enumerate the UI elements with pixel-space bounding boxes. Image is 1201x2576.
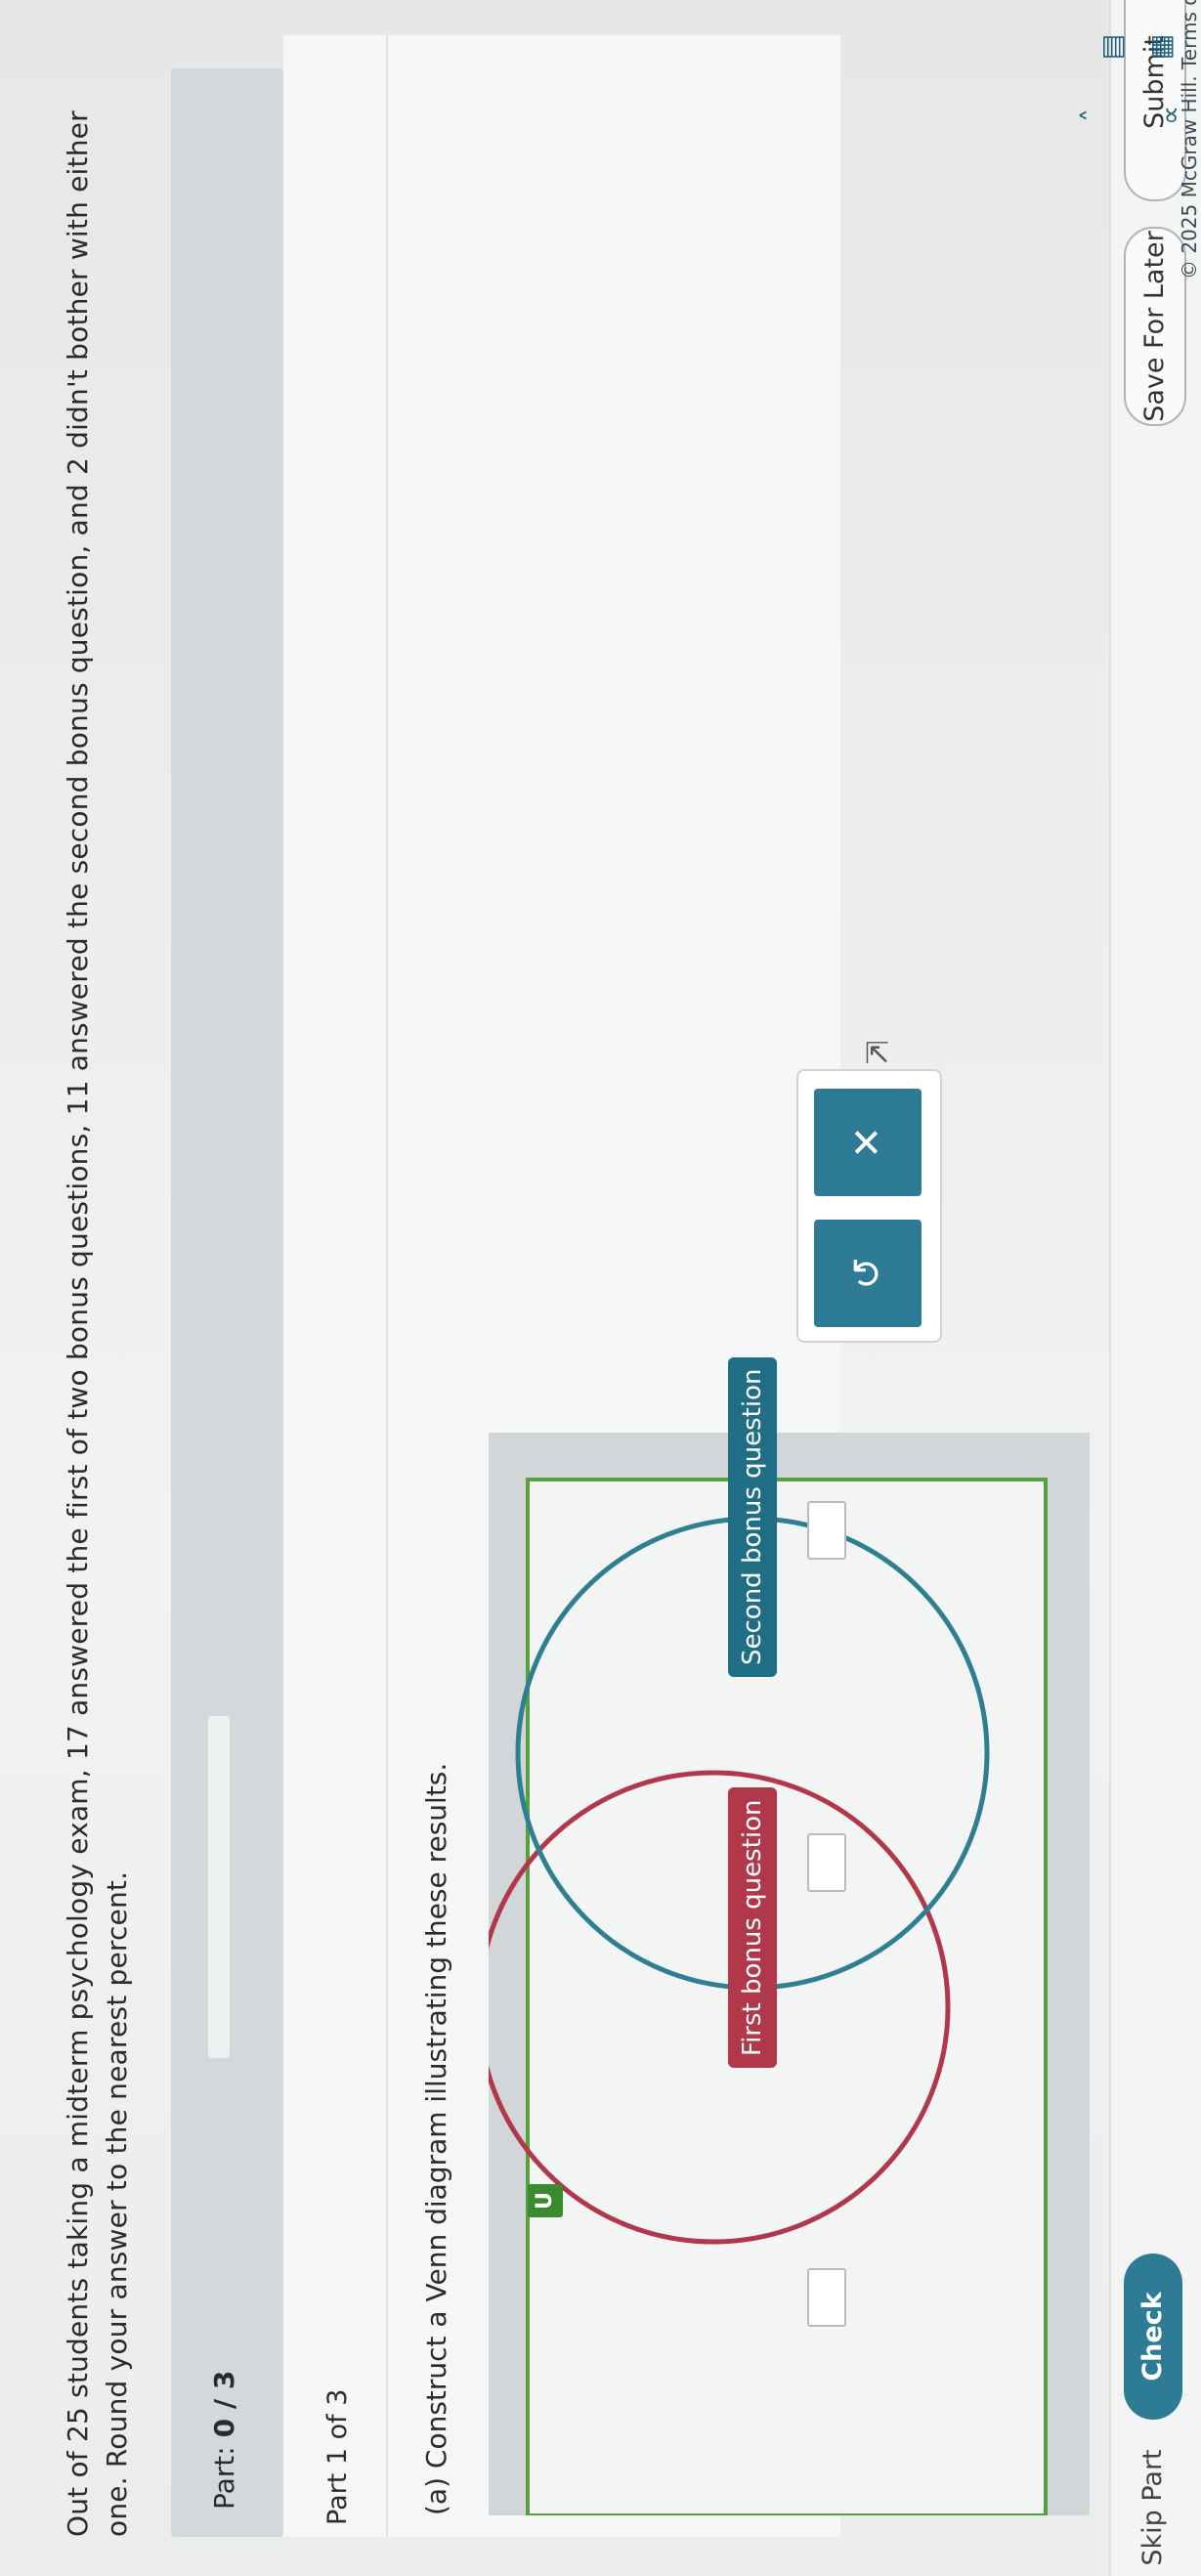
set-b-label: Second bonus question	[728, 1356, 777, 1677]
footer-links[interactable]: © 2025 McGraw Hill. Terms of Use | Priva…	[1178, 0, 1201, 279]
tool-panel: ↺ ✕	[796, 1069, 942, 1343]
check-button[interactable]: Check	[1124, 2254, 1182, 2420]
part-progress-bar: Part: 0 / 3	[171, 68, 283, 2537]
question-text: Out of 25 students taking a midterm psyc…	[62, 110, 133, 2537]
set-a-label: First bonus question	[728, 1787, 777, 2068]
part-label-text: Part:	[208, 2446, 240, 2510]
close-icon[interactable]: ✕	[814, 1089, 922, 1196]
chevron-icon[interactable]: ˄	[1075, 98, 1110, 133]
venn-panel	[489, 1433, 1090, 2515]
part-label: Part: 0 / 3	[208, 2371, 240, 2510]
undo-icon[interactable]: ↺	[814, 1220, 922, 1327]
region-a-only-input[interactable]	[807, 2268, 846, 2327]
progress-track	[208, 1716, 230, 2058]
instruction-text: (a) Construct a Venn diagram illustratin…	[420, 1762, 452, 2515]
region-b-only-input[interactable]	[807, 1501, 846, 1560]
calculator-icon[interactable]: ▦	[1143, 29, 1179, 64]
part-progress-value: 0 / 3	[208, 2370, 240, 2438]
universe-rectangle	[526, 1478, 1048, 2515]
notes-icon[interactable]: ▤	[1094, 29, 1130, 64]
mouse-cursor-icon: ⇱	[864, 1036, 890, 1071]
universe-label: U	[528, 2184, 563, 2217]
settings-icon[interactable]: ∝	[1153, 98, 1188, 133]
divider	[386, 35, 388, 2537]
part-number: Part 1 of 3	[322, 2388, 353, 2525]
rotated-screen: Out of 25 students taking a midterm psyc…	[0, 0, 1201, 2576]
venn-diagram	[489, 1478, 1048, 2515]
region-a-and-b-input[interactable]	[807, 1833, 846, 1892]
skip-part-button[interactable]: Skip Part	[1124, 2439, 1182, 2576]
